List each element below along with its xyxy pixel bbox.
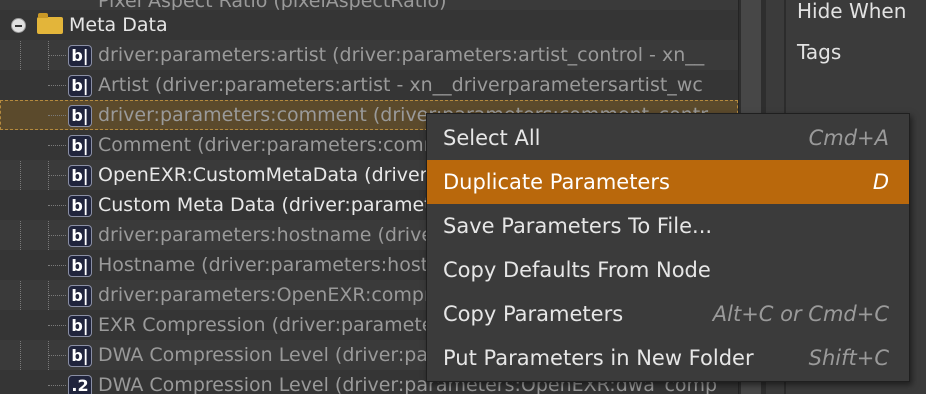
tree-branch-line — [48, 235, 66, 236]
menu-item-label: Duplicate Parameters — [443, 170, 670, 194]
menu-item-shortcut: Alt+C or Cmd+C — [712, 302, 889, 326]
menu-item-label: Save Parameters To File... — [443, 214, 713, 238]
string-param-icon: b| — [68, 225, 92, 247]
tree-branch-line — [48, 295, 66, 296]
menu-item-copy-parameters[interactable]: Copy Parameters Alt+C or Cmd+C — [427, 292, 909, 336]
collapse-icon[interactable] — [11, 18, 26, 33]
menu-item-shortcut: Shift+C — [808, 346, 889, 370]
float-param-icon: .2 — [68, 375, 92, 394]
string-param-icon: b| — [68, 285, 92, 307]
string-param-icon: b| — [68, 75, 92, 97]
menu-item-label: Copy Parameters — [443, 302, 624, 326]
tree-branch-line — [48, 145, 66, 146]
tree-row[interactable]: b| driver:parameters:artist (driver:para… — [0, 40, 738, 70]
menu-item-shortcut: D — [872, 170, 889, 194]
tree-branch-line — [48, 175, 66, 176]
string-param-icon: b| — [68, 345, 92, 367]
menu-item-label: Copy Defaults From Node — [443, 258, 711, 282]
context-menu: Select All Cmd+A Duplicate Parameters D … — [426, 113, 910, 382]
tree-branch-line — [48, 205, 66, 206]
tree-row[interactable]: b| Artist (driver:parameters:artist - xn… — [0, 70, 738, 100]
menu-item-put-parameters-in-new-folder[interactable]: Put Parameters in New Folder Shift+C — [427, 336, 909, 380]
tree-branch-line — [48, 115, 66, 116]
tree-row-label: driver:parameters:artist (driver:paramet… — [98, 44, 705, 66]
menu-item-label: Select All — [443, 126, 541, 150]
string-param-icon: b| — [68, 255, 92, 277]
tree-row-label: Artist (driver:parameters:artist - xn__d… — [98, 74, 703, 96]
tree-branch-line — [48, 85, 66, 86]
tree-branch-line — [48, 55, 66, 56]
string-param-icon: b| — [68, 105, 92, 127]
hide-when-label[interactable]: Hide When — [797, 0, 906, 23]
menu-item-label: Put Parameters in New Folder — [443, 346, 754, 370]
tree-branch-line — [48, 385, 66, 386]
tree-branch-line — [48, 325, 66, 326]
string-param-icon: b| — [68, 45, 92, 67]
menu-item-copy-defaults-from-node[interactable]: Copy Defaults From Node — [427, 248, 909, 292]
string-param-icon: b| — [68, 315, 92, 337]
tree-branch-line — [48, 265, 66, 266]
string-param-icon: b| — [68, 135, 92, 157]
menu-item-shortcut: Cmd+A — [808, 126, 889, 150]
string-param-icon: b| — [68, 195, 92, 217]
folder-icon — [37, 13, 63, 34]
menu-item-save-parameters-to-file[interactable]: Save Parameters To File... — [427, 204, 909, 248]
menu-item-select-all[interactable]: Select All Cmd+A — [427, 116, 909, 160]
tree-folder-meta-data[interactable]: Meta Data — [0, 10, 738, 40]
tree-branch-line — [48, 355, 66, 356]
folder-label: Meta Data — [69, 14, 168, 36]
tags-label[interactable]: Tags — [797, 40, 841, 64]
string-param-icon: b| — [68, 165, 92, 187]
menu-item-duplicate-parameters[interactable]: Duplicate Parameters D — [427, 160, 909, 204]
